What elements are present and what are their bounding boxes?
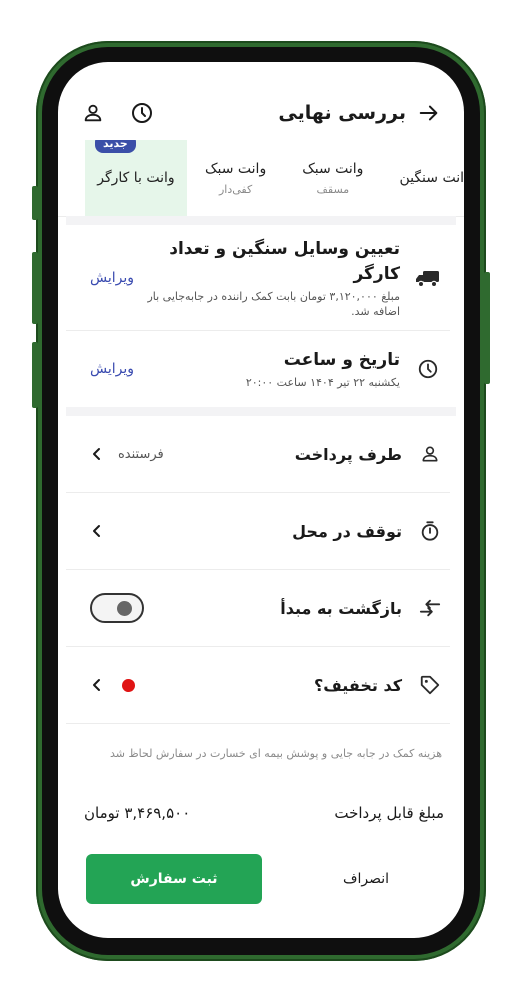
action-bar: ثبت سفارش انصراف: [86, 854, 436, 904]
page-title: بررسی نهایی: [278, 102, 406, 124]
return-toggle[interactable]: [90, 593, 144, 623]
top-bar: بررسی نهایی: [58, 86, 464, 140]
chevron-left-icon: [90, 678, 104, 692]
service-row: تعیین وسایل سنگین و تعداد کارگر مبلغ ۳,۱…: [66, 230, 456, 326]
discount-row[interactable]: کد تخفیف؟: [66, 647, 456, 723]
service-subtitle: مبلغ ۳,۱۲۰,۰۰۰ تومان بابت کمک راننده در …: [147, 290, 400, 318]
total-row: مبلغ قابل پرداخت ۳,۴۶۹,۵۰۰ تومان: [84, 804, 444, 822]
side-button-right: [484, 272, 490, 384]
stop-title: توقف در محل: [292, 521, 402, 541]
tab-label: وانت با کارگر: [97, 170, 175, 186]
chevron-left-icon: [90, 447, 104, 461]
chevron-left-icon: [90, 524, 104, 538]
service-edit-link[interactable]: ویرایش: [90, 270, 134, 286]
return-arrows-icon: [416, 599, 444, 617]
user-icon: [416, 444, 444, 464]
side-button-left-3: [32, 342, 38, 408]
top-bar-actions: [82, 101, 154, 125]
tab-label: انت سنگین: [399, 170, 464, 186]
divider: [66, 330, 450, 331]
vehicle-tabs: انت سنگین وانت سبک مسقف وانت سبک کفی‌دار…: [58, 140, 464, 217]
service-text: تعیین وسایل سنگین و تعداد کارگر مبلغ ۳,۱…: [146, 237, 400, 319]
tab-label: وانت سبک: [302, 160, 364, 177]
section-divider: [66, 407, 456, 416]
new-badge: جدید: [94, 140, 136, 153]
tab-sublabel: مسقف: [316, 182, 350, 196]
tag-icon: [416, 674, 444, 696]
tab-sublabel: کفی‌دار: [218, 182, 253, 196]
tab-light-van-covered[interactable]: وانت سبک مسقف: [284, 140, 381, 216]
return-title: بازگشت به مبدأ: [280, 598, 402, 618]
section-divider: [66, 216, 456, 225]
side-button-left-1: [32, 186, 38, 220]
payer-row[interactable]: طرف پرداخت فرستنده: [66, 416, 456, 492]
arrow-right-icon[interactable]: [418, 102, 440, 124]
alert-dot: [122, 678, 135, 692]
total-value: ۳,۴۶۹,۵۰۰ تومان: [84, 804, 191, 822]
datetime-edit-link[interactable]: ویرایش: [90, 361, 134, 377]
stop-row[interactable]: توقف در محل: [66, 493, 456, 569]
datetime-subtitle: یکشنبه ۲۲ تیر ۱۴۰۴ ساعت ۲۰:۰۰: [245, 376, 400, 389]
tab-heavy-van[interactable]: انت سنگین: [381, 140, 464, 216]
datetime-text: تاریخ و ساعت یکشنبه ۲۲ تیر ۱۴۰۴ ساعت ۲۰:…: [146, 348, 400, 390]
clock-icon: [414, 358, 442, 380]
cancel-button[interactable]: انصراف: [296, 871, 436, 887]
tab-light-van-flatbed[interactable]: وانت سبک کفی‌دار: [187, 140, 284, 216]
tab-van-with-worker[interactable]: جدید وانت با کارگر: [84, 140, 187, 216]
return-row: بازگشت به مبدأ: [66, 570, 456, 646]
submit-order-button[interactable]: ثبت سفارش: [86, 854, 262, 904]
side-button-left-2: [32, 252, 38, 324]
clock-icon[interactable]: [130, 101, 154, 125]
toggle-knob: [117, 601, 132, 616]
datetime-row: تاریخ و ساعت یکشنبه ۲۲ تیر ۱۴۰۴ ساعت ۲۰:…: [66, 334, 456, 404]
payer-title: طرف پرداخت: [294, 444, 402, 464]
payer-value: فرستنده: [118, 446, 164, 462]
service-title: تعیین وسایل سنگین و تعداد کارگر: [169, 239, 400, 284]
title-wrap: بررسی نهایی: [278, 102, 440, 124]
timer-icon: [416, 520, 444, 542]
screen: بررسی نهایی انت سنگین وانت سبک مسقف وانت…: [58, 62, 464, 938]
user-icon[interactable]: [82, 102, 104, 124]
insurance-note: هزینه کمک در جابه جایی و پوشش بیمه ای خس…: [109, 747, 442, 760]
tab-label: وانت سبک: [204, 160, 267, 177]
divider: [66, 723, 450, 724]
truck-icon: [414, 268, 442, 288]
datetime-title: تاریخ و ساعت: [283, 350, 400, 370]
discount-title: کد تخفیف؟: [313, 675, 402, 695]
total-label: مبلغ قابل پرداخت: [334, 804, 444, 822]
